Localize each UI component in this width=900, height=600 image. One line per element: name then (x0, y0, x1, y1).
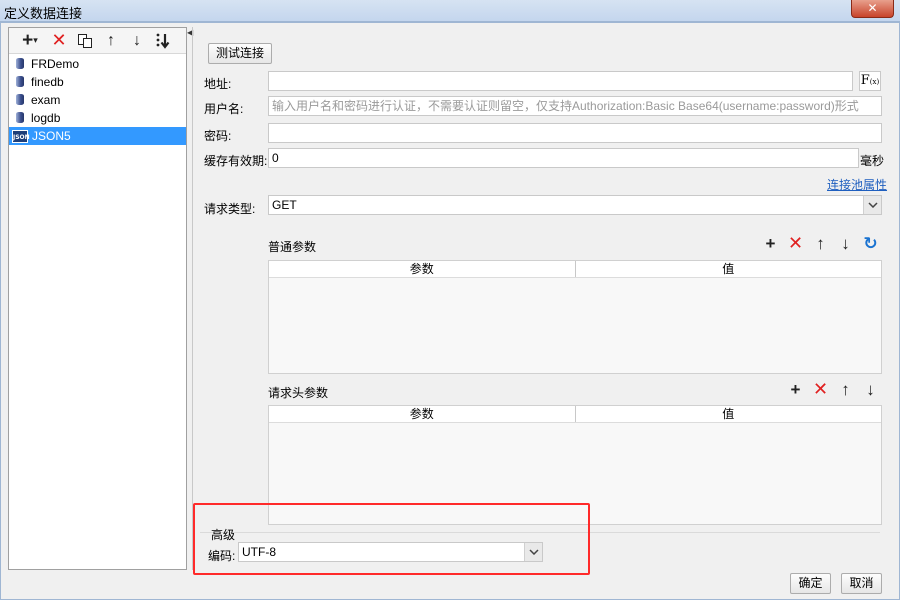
headers-table-header: 参数 值 (269, 406, 881, 423)
params-table-body[interactable] (269, 278, 881, 373)
params-toolbar: + ✕ ↑ ↓ ↻ (761, 233, 880, 253)
username-input[interactable]: 输入用户名和密码进行认证，不需要认证则留空，仅支持Authorization:B… (268, 96, 882, 116)
column-header-value[interactable]: 值 (574, 406, 882, 422)
move-up-icon[interactable]: ↑ (99, 30, 123, 52)
chevron-down-icon (863, 196, 881, 214)
column-header-param[interactable]: 参数 (269, 261, 575, 277)
delete-icon[interactable]: ✕ (811, 379, 830, 399)
password-label: 密码: (204, 129, 232, 143)
address-label: 地址: (204, 77, 232, 91)
formula-icon-sub: (x) (869, 78, 880, 86)
pool-properties-link[interactable]: 连接池属性 (827, 176, 887, 193)
splitter[interactable] (192, 27, 193, 570)
window-title: 定义数据连接 (4, 6, 83, 21)
formula-button[interactable]: F(x) (859, 71, 881, 91)
add-icon[interactable]: + (761, 234, 780, 253)
move-down-icon[interactable]: ↓ (836, 234, 855, 253)
highlight-annotation-box (193, 503, 590, 575)
data-source-name: finedb (31, 75, 64, 89)
list-item[interactable]: finedb (9, 73, 186, 91)
password-input[interactable] (268, 123, 882, 143)
json-icon: JSON (12, 129, 30, 143)
copy-icon[interactable] (73, 30, 97, 52)
request-type-select[interactable]: GET (268, 195, 882, 215)
move-down-icon[interactable]: ↓ (125, 30, 149, 52)
column-header-value[interactable]: 值 (574, 261, 882, 277)
request-type-value: GET (272, 198, 297, 212)
test-connection-button[interactable]: 测试连接 (208, 43, 272, 64)
database-icon (15, 94, 25, 106)
data-source-name: FRDemo (31, 57, 80, 71)
cache-unit: 毫秒 (860, 154, 885, 168)
cancel-button[interactable]: 取消 (841, 573, 882, 594)
add-icon[interactable]: + ▾ (15, 30, 45, 52)
address-input[interactable] (268, 71, 853, 91)
data-source-panel: + ▾ ✕ ↑ ↓ FRDemo finedb exam logdb JSON … (8, 27, 187, 570)
params-title: 普通参数 (268, 240, 317, 254)
add-icon[interactable]: + (786, 380, 805, 399)
chevron-down-icon: ▾ (33, 35, 38, 45)
data-source-name: JSON5 (32, 129, 71, 143)
move-down-icon[interactable]: ↓ (861, 380, 880, 399)
headers-toolbar: + ✕ ↑ ↓ (786, 379, 880, 399)
close-button[interactable]: ✕ (851, 0, 894, 18)
request-type-label: 请求类型: (204, 202, 256, 216)
data-source-list: FRDemo finedb exam logdb JSON JSON5 (9, 54, 186, 145)
params-table-header: 参数 值 (269, 261, 881, 278)
move-up-icon[interactable]: ↑ (836, 380, 855, 399)
delete-icon[interactable]: ✕ (47, 30, 71, 52)
data-source-name: exam (31, 93, 61, 107)
list-item[interactable]: FRDemo (9, 55, 186, 73)
headers-title: 请求头参数 (268, 386, 329, 400)
ok-button[interactable]: 确定 (790, 573, 831, 594)
formula-icon: F (860, 73, 870, 88)
add-glyph: + (22, 29, 34, 51)
move-up-icon[interactable]: ↑ (811, 234, 830, 253)
delete-icon[interactable]: ✕ (786, 233, 805, 253)
cache-label: 缓存有效期: (204, 154, 268, 168)
list-item[interactable]: exam (9, 91, 186, 109)
database-icon (15, 76, 25, 88)
params-table: 参数 值 (268, 260, 882, 374)
list-item[interactable]: JSON JSON5 (9, 127, 186, 145)
list-item[interactable]: logdb (9, 109, 186, 127)
title-bar: 定义数据连接 ✕ (0, 0, 900, 22)
username-label: 用户名: (204, 102, 244, 116)
database-icon (15, 112, 25, 124)
sort-icon[interactable] (151, 30, 175, 52)
database-icon (15, 58, 25, 70)
refresh-icon[interactable]: ↻ (861, 234, 880, 253)
data-source-name: logdb (31, 111, 61, 125)
column-header-param[interactable]: 参数 (269, 406, 575, 422)
cache-input[interactable]: 0 (268, 148, 859, 168)
data-source-toolbar: + ▾ ✕ ↑ ↓ (9, 28, 186, 54)
